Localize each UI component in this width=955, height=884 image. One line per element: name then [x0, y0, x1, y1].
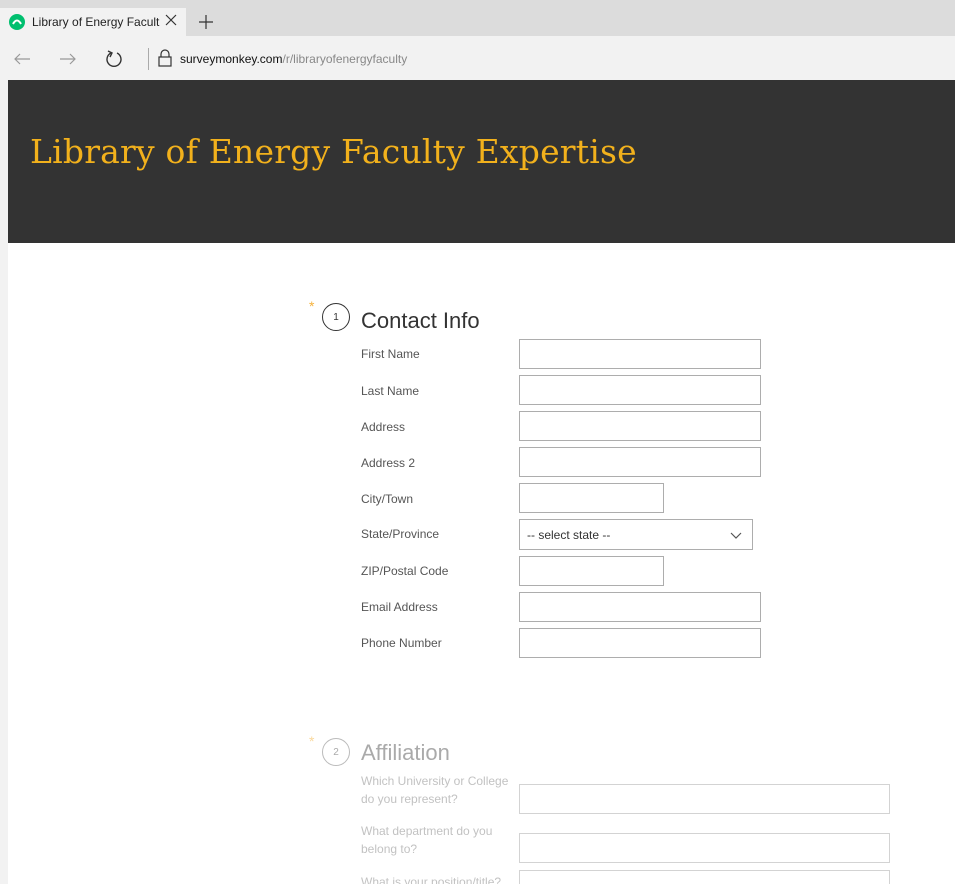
- department-input[interactable]: [519, 833, 890, 863]
- question-title: Affiliation: [361, 740, 450, 765]
- email-address-input[interactable]: [519, 592, 761, 622]
- url-domain: surveymonkey.com: [180, 52, 283, 66]
- field-label-state-province: State/Province: [361, 527, 440, 541]
- tab-title: Library of Energy Facult: [32, 15, 160, 29]
- field-label-email-address: Email Address: [361, 600, 438, 614]
- page-viewport: Library of Energy Faculty Expertise * 1 …: [8, 80, 955, 884]
- field-label-city-town: City/Town: [361, 492, 414, 506]
- forward-arrow-icon[interactable]: [58, 49, 78, 69]
- question-number: 2: [322, 738, 350, 766]
- last-name-input[interactable]: [519, 375, 761, 405]
- back-arrow-icon[interactable]: [12, 49, 32, 69]
- tab-strip: Library of Energy Facult: [0, 0, 955, 36]
- close-icon[interactable]: [164, 13, 178, 27]
- required-marker: *: [309, 298, 315, 314]
- address-input[interactable]: [519, 411, 761, 441]
- field-label-last-name: Last Name: [361, 384, 420, 398]
- zip-postal-code-input[interactable]: [519, 556, 664, 586]
- position-title-input[interactable]: [519, 870, 890, 884]
- university-input[interactable]: [519, 784, 890, 814]
- field-label-position-title: What is your position/title?: [361, 875, 502, 884]
- field-label-first-name: First Name: [361, 347, 420, 361]
- state-select-value: -- select state --: [527, 527, 611, 542]
- question-title: Contact Info: [361, 308, 480, 333]
- address-2-input[interactable]: [519, 447, 761, 477]
- first-name-input[interactable]: [519, 339, 761, 369]
- refresh-icon[interactable]: [104, 49, 124, 69]
- survey-banner: Library of Energy Faculty Expertise: [8, 80, 955, 243]
- question-number: 1: [322, 303, 350, 331]
- field-label-address: Address: [361, 420, 406, 434]
- field-label-zip-postal-code: ZIP/Postal Code: [361, 564, 449, 578]
- city-town-input[interactable]: [519, 483, 664, 513]
- phone-number-input[interactable]: [519, 628, 761, 658]
- surveymonkey-favicon-icon: [9, 14, 25, 30]
- toolbar-divider: [148, 48, 149, 70]
- field-label-department: What department do you belong to?: [361, 824, 493, 856]
- browser-tab[interactable]: Library of Energy Facult: [0, 8, 186, 36]
- field-label-university: Which University or College do you repre…: [361, 774, 509, 806]
- plus-icon[interactable]: [197, 13, 215, 31]
- field-label-address-2: Address 2: [361, 456, 416, 470]
- field-label-phone-number: Phone Number: [361, 636, 442, 650]
- state-province-select[interactable]: -- select state --: [519, 519, 753, 550]
- lock-icon[interactable]: [157, 49, 173, 67]
- url-text[interactable]: surveymonkey.com/r/libraryofenergyfacult…: [180, 52, 407, 66]
- chevron-down-icon: [730, 532, 742, 539]
- address-bar: surveymonkey.com/r/libraryofenergyfacult…: [0, 36, 955, 80]
- survey-title: Library of Energy Faculty Expertise: [30, 132, 637, 171]
- required-marker: *: [309, 733, 315, 749]
- url-path: /r/libraryofenergyfaculty: [282, 52, 408, 66]
